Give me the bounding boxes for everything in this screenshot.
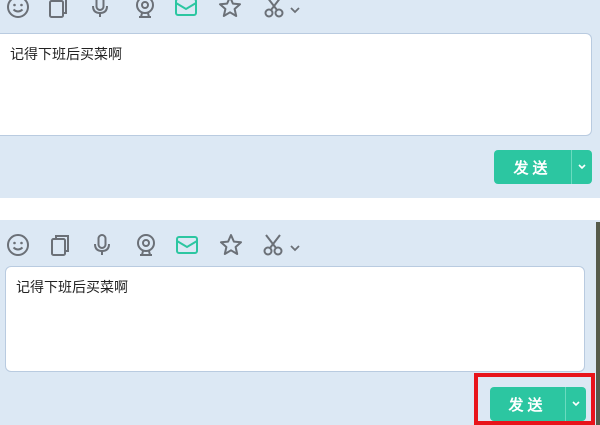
mail-icon[interactable] <box>173 230 201 260</box>
message-input[interactable]: 记得下班后买菜啊 <box>5 266 585 372</box>
chevron-down-icon[interactable] <box>288 230 302 260</box>
message-input[interactable]: 记得下班后买菜啊 <box>0 33 592 136</box>
scissors-icon[interactable] <box>261 0 289 22</box>
webcam-icon[interactable] <box>131 0 159 22</box>
chevron-down-icon <box>578 164 586 170</box>
webcam-icon[interactable] <box>132 230 160 260</box>
emoji-icon[interactable] <box>4 230 32 260</box>
send-button-highlight-box <box>474 373 595 425</box>
send-button[interactable]: 发送 <box>494 150 571 184</box>
microphone-icon[interactable] <box>88 230 116 260</box>
mail-icon[interactable] <box>172 0 200 22</box>
message-text: 记得下班后买菜啊 <box>16 280 128 296</box>
chevron-down-icon[interactable] <box>288 0 302 22</box>
send-button-group: 发送 <box>494 150 592 184</box>
star-icon[interactable] <box>217 230 245 260</box>
send-options-dropdown[interactable] <box>571 150 592 184</box>
input-toolbar <box>0 0 600 26</box>
microphone-icon[interactable] <box>86 0 114 22</box>
scissors-icon[interactable] <box>260 230 288 260</box>
message-text: 记得下班后买菜啊 <box>10 47 122 63</box>
input-toolbar <box>0 230 600 264</box>
chat-input-panel-top: 记得下班后买菜啊 发送 <box>0 0 600 198</box>
screenshot-copy-icon[interactable] <box>44 0 72 22</box>
star-icon[interactable] <box>216 0 244 22</box>
screenshot-copy-icon[interactable] <box>46 230 74 260</box>
window-edge <box>596 222 600 425</box>
emoji-icon[interactable] <box>4 0 32 22</box>
